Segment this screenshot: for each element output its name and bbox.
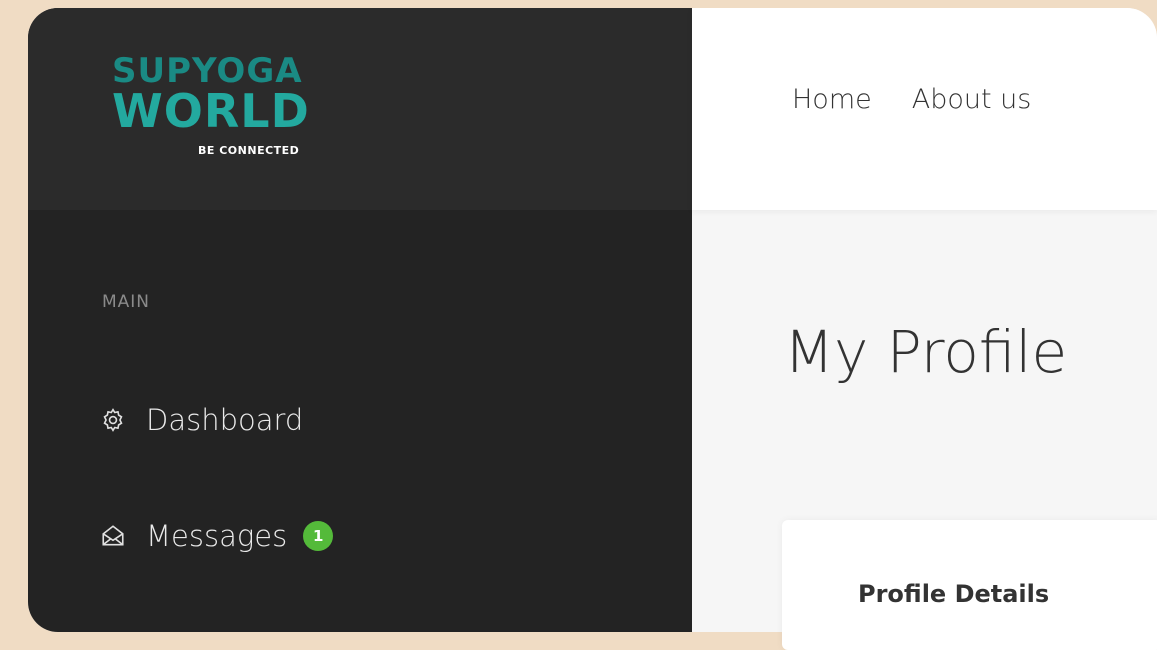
logo-line-2: WORLD: [112, 84, 310, 138]
card-title: Profile Details: [858, 580, 1050, 608]
sidebar-item-dashboard[interactable]: Dashboard: [100, 398, 520, 442]
nav-link-home[interactable]: Home: [792, 84, 872, 115]
envelope-open-icon: [100, 523, 126, 549]
top-nav-bar: Home About us: [692, 8, 1157, 210]
page-title: My Profile: [784, 318, 1068, 386]
nav-link-about-us[interactable]: About us: [912, 84, 1032, 115]
logo-tagline: BE CONNECTED: [198, 144, 300, 157]
top-nav: Home About us: [792, 84, 1031, 115]
profile-details-card: Profile Details: [782, 520, 1157, 650]
sidebar-section-label: MAIN: [102, 292, 151, 312]
gear-icon: [100, 407, 126, 433]
logo[interactable]: SUPYOGA WORLD BE CONNECTED: [112, 52, 372, 178]
sidebar-header: SUPYOGA WORLD BE CONNECTED: [28, 8, 692, 210]
sidebar-item-messages[interactable]: Messages 1: [100, 514, 520, 558]
sidebar-item-label: Messages: [146, 519, 288, 553]
sidebar: SUPYOGA WORLD BE CONNECTED MAIN Dashboar…: [28, 8, 692, 632]
unread-count-badge: 1: [303, 521, 334, 551]
sidebar-item-label: Dashboard: [146, 403, 304, 437]
